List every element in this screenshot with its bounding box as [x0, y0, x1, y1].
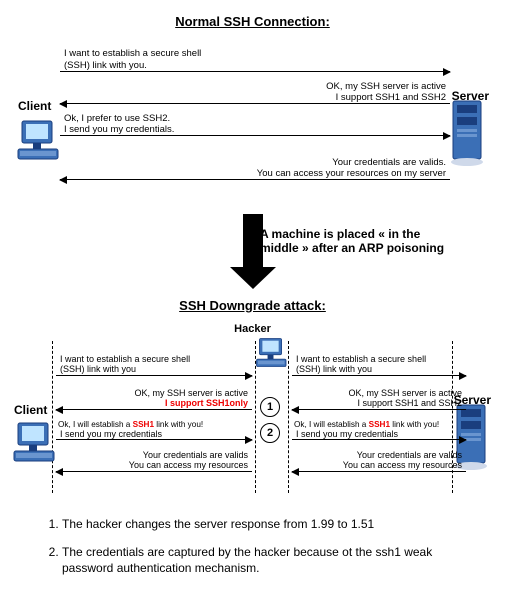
attack-left-msg-2: OK, my SSH server is active I support SS…: [56, 389, 252, 390]
normal-flow-diagram: Client Server I want to establish a secu…: [10, 39, 495, 209]
footnotes: The hacker changes the server response f…: [40, 516, 465, 577]
transition-arrow: A machine is placed « in the middle » af…: [10, 209, 495, 294]
footnote-1: The hacker changes the server response f…: [62, 516, 465, 532]
attack-right-msg-1: I want to establish a secure shell (SSH)…: [292, 355, 466, 356]
normal-connection-title: Normal SSH Connection:: [10, 14, 495, 29]
attack-right-msg-3: Ok, I will establish a SSH1 link with yo…: [292, 421, 466, 422]
footnote-2: The credentials are captured by the hack…: [62, 544, 465, 576]
normal-msg-2: OK, my SSH server is active I support SS…: [60, 91, 450, 92]
normal-msg-3: Ok, I prefer to use SSH2. I send you my …: [60, 123, 450, 124]
attack-flow-diagram: Hacker Client Server 1 2 I want to estab…: [10, 323, 495, 498]
attack-right-msg-4: Your credentials are valids You can acce…: [292, 451, 466, 452]
client-label-bottom: Client: [14, 403, 47, 417]
step-circle-1: 1: [260, 397, 280, 417]
hacker-pc-icon: [255, 337, 289, 374]
attack-right-msg-2: OK, my SSH server is active I support SS…: [292, 389, 466, 390]
client-pc-icon: [12, 421, 58, 470]
normal-msg-4: Your credentials are valids. You can acc…: [60, 167, 450, 168]
attack-left-msg-1: I want to establish a secure shell (SSH)…: [56, 355, 252, 356]
vertical-dashed-line: [52, 341, 53, 493]
client-pc-icon: [16, 119, 62, 168]
attack-left-msg-4: Your credentials are valids You can acce…: [56, 451, 252, 452]
hacker-label: Hacker: [234, 323, 271, 335]
attack-left-msg-3: Ok, I will establish a SSH1 link with yo…: [56, 421, 252, 422]
step-circle-2: 2: [260, 423, 280, 443]
client-label: Client: [18, 99, 51, 113]
transition-text: A machine is placed « in the middle » af…: [260, 227, 460, 255]
server-icon: [449, 99, 489, 170]
attack-title: SSH Downgrade attack:: [10, 298, 495, 313]
normal-msg-1: I want to establish a secure shell (SSH)…: [60, 49, 450, 50]
